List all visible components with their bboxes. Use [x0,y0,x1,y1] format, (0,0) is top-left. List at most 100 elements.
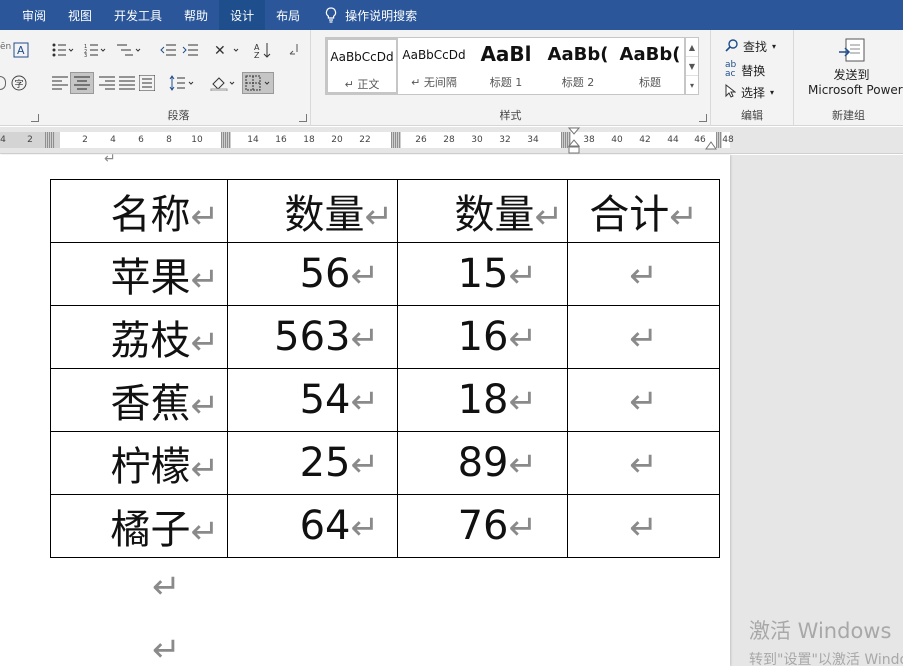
table-cell[interactable]: ↵ [567,305,720,369]
cell-end-mark: ↵ [669,197,698,237]
line-spacing-icon[interactable] [169,75,195,91]
sort-icon[interactable]: AZ [254,42,272,58]
borders-button[interactable] [242,72,274,94]
ruler-column-marker[interactable] [221,132,231,148]
table-cell[interactable]: 数量↵ [397,179,568,243]
editing-group-label: 编辑 [741,109,763,122]
table-cell[interactable]: ↵ [567,368,720,432]
table-cell[interactable]: 16↵ [397,305,568,369]
gallery-scroll-down-icon[interactable]: ▼ [686,57,698,76]
shading-icon[interactable] [210,75,236,91]
tab-developer[interactable]: 开发工具 [103,0,173,30]
multilevel-list-icon[interactable] [117,43,141,57]
paragraph-dialog-launcher-icon[interactable] [299,114,307,122]
char-border-icon[interactable]: A [13,42,29,58]
numbering-icon[interactable]: 123 [84,43,106,57]
styles-dialog-launcher-icon[interactable] [699,114,707,122]
decrease-indent-icon[interactable] [160,43,176,57]
cell-end-mark: ↵ [508,382,538,422]
cell-end-mark: ↵ [629,319,658,359]
table-cell[interactable]: ↵ [567,242,720,306]
align-center-button[interactable] [70,72,94,94]
ruler-column-marker[interactable] [391,132,401,148]
style-title[interactable]: AaBb( 标题 [614,38,686,94]
tab-design[interactable]: 设计 [219,0,266,30]
document-area: ↵ 名称↵ 数量↵ 数量↵ 合计↵ 苹果↵ 56↵ 15↵ ↵ 荔枝↵ 563↵… [0,151,903,666]
table-cell[interactable]: 柠檬↵ [50,431,228,495]
ruler-label: 46 [694,135,706,145]
tab-help[interactable]: 帮助 [173,0,219,30]
style-heading-1[interactable]: AaBl 标题 1 [470,38,542,94]
gallery-scroll-up-icon[interactable]: ▲ [686,38,698,57]
cell-end-mark: ↵ [508,445,538,485]
table-cell[interactable]: 苹果↵ [50,242,228,306]
table-cell[interactable]: 56↵ [227,242,398,306]
table-cell[interactable]: 54↵ [227,368,398,432]
table-cell[interactable]: 25↵ [227,431,398,495]
table-cell[interactable]: 数量↵ [227,179,398,243]
cell-name: 荔枝 [110,318,191,364]
cell-end-mark: ↵ [508,319,538,359]
cell-qty2: 89 [457,440,509,486]
paragraph-mark: ↵ [104,151,116,167]
table-cell[interactable]: 15↵ [397,242,568,306]
tab-view[interactable]: 视图 [57,0,103,30]
table-cell[interactable]: 名称↵ [50,179,228,243]
activate-windows-watermark: 激活 Windows 转到"设置"以激活 Windows [749,615,903,666]
select-button[interactable]: 选择 ▾ [725,83,774,101]
table-cell[interactable]: 香蕉↵ [50,368,228,432]
tell-me-search[interactable]: 操作说明搜索 [317,0,425,30]
table-cell[interactable]: 橘子↵ [50,494,228,558]
ruler-column-marker[interactable] [716,132,722,148]
table-row: 柠檬↵ 25↵ 89↵ ↵ [50,431,720,495]
phonetic-guide-icon[interactable]: ēn [0,42,11,52]
table-cell[interactable]: 563↵ [227,305,398,369]
replace-button[interactable]: ab ac 替换 [725,61,765,79]
cell-end-mark: ↵ [350,508,380,548]
table-cell[interactable]: 64↵ [227,494,398,558]
align-right-icon[interactable] [99,76,115,90]
lightbulb-icon [325,7,337,23]
font-dialog-launcher-icon[interactable] [31,114,39,122]
distributed-icon[interactable] [139,75,155,91]
cell-name: 柠檬 [110,444,191,490]
justify-icon[interactable] [119,76,135,90]
increase-indent-icon[interactable] [182,43,198,57]
bullets-icon[interactable] [52,43,74,57]
enclose-characters-icon[interactable]: 字 [11,75,27,91]
select-label: 选择 [741,86,766,100]
table-cell[interactable]: ↵ [567,494,720,558]
cell-end-mark: ↵ [629,445,658,485]
send-to-powerpoint-button[interactable]: 发送到 Microsoft Power [800,38,903,98]
cell-end-mark: ↵ [508,256,538,296]
find-button[interactable]: 查找 ▾ [725,38,776,55]
table-cell[interactable]: 89↵ [397,431,568,495]
send-to-line2: Microsoft Power [808,83,903,97]
styles-gallery-scroll[interactable]: ▲ ▼ ▾ [685,37,699,95]
replace-label: 替换 [741,63,766,78]
chevron-down-icon: ▾ [772,42,777,51]
horizontal-ruler[interactable]: 4 2 2 4 6 8 10 14 16 18 20 22 26 28 30 3… [0,127,903,154]
show-hide-marks-icon[interactable] [287,42,301,58]
ruler-column-marker[interactable] [45,132,55,148]
ruler-indent-marker[interactable] [567,127,581,157]
style-no-spacing[interactable]: AaBbCcDd ↵ 无间隔 [398,38,470,94]
document-page[interactable]: ↵ 名称↵ 数量↵ 数量↵ 合计↵ 苹果↵ 56↵ 15↵ ↵ 荔枝↵ 563↵… [0,151,730,666]
new-group-label: 新建组 [832,109,865,122]
table-cell[interactable]: ↵ [567,431,720,495]
table-cell[interactable]: 荔枝↵ [50,305,228,369]
chinese-layout-icon[interactable]: ✕ [214,42,240,58]
ruler-label: 28 [443,135,455,145]
style-normal[interactable]: AaBbCcDd ↵ 正文 [326,38,398,94]
tab-layout[interactable]: 布局 [265,0,311,30]
style-heading-2[interactable]: AaBb( 标题 2 [542,38,614,94]
table-cell[interactable]: 18↵ [397,368,568,432]
table-cell[interactable]: 76↵ [397,494,568,558]
table-cell[interactable]: 合计↵ [567,179,720,243]
ruler-label: 22 [359,135,371,145]
gallery-more-icon[interactable]: ▾ [686,76,698,95]
cell-qty2: 76 [457,503,509,549]
tab-review[interactable]: 审阅 [0,0,57,30]
enclose-char-icon-partial[interactable] [0,76,6,90]
align-left-icon[interactable] [52,76,68,90]
